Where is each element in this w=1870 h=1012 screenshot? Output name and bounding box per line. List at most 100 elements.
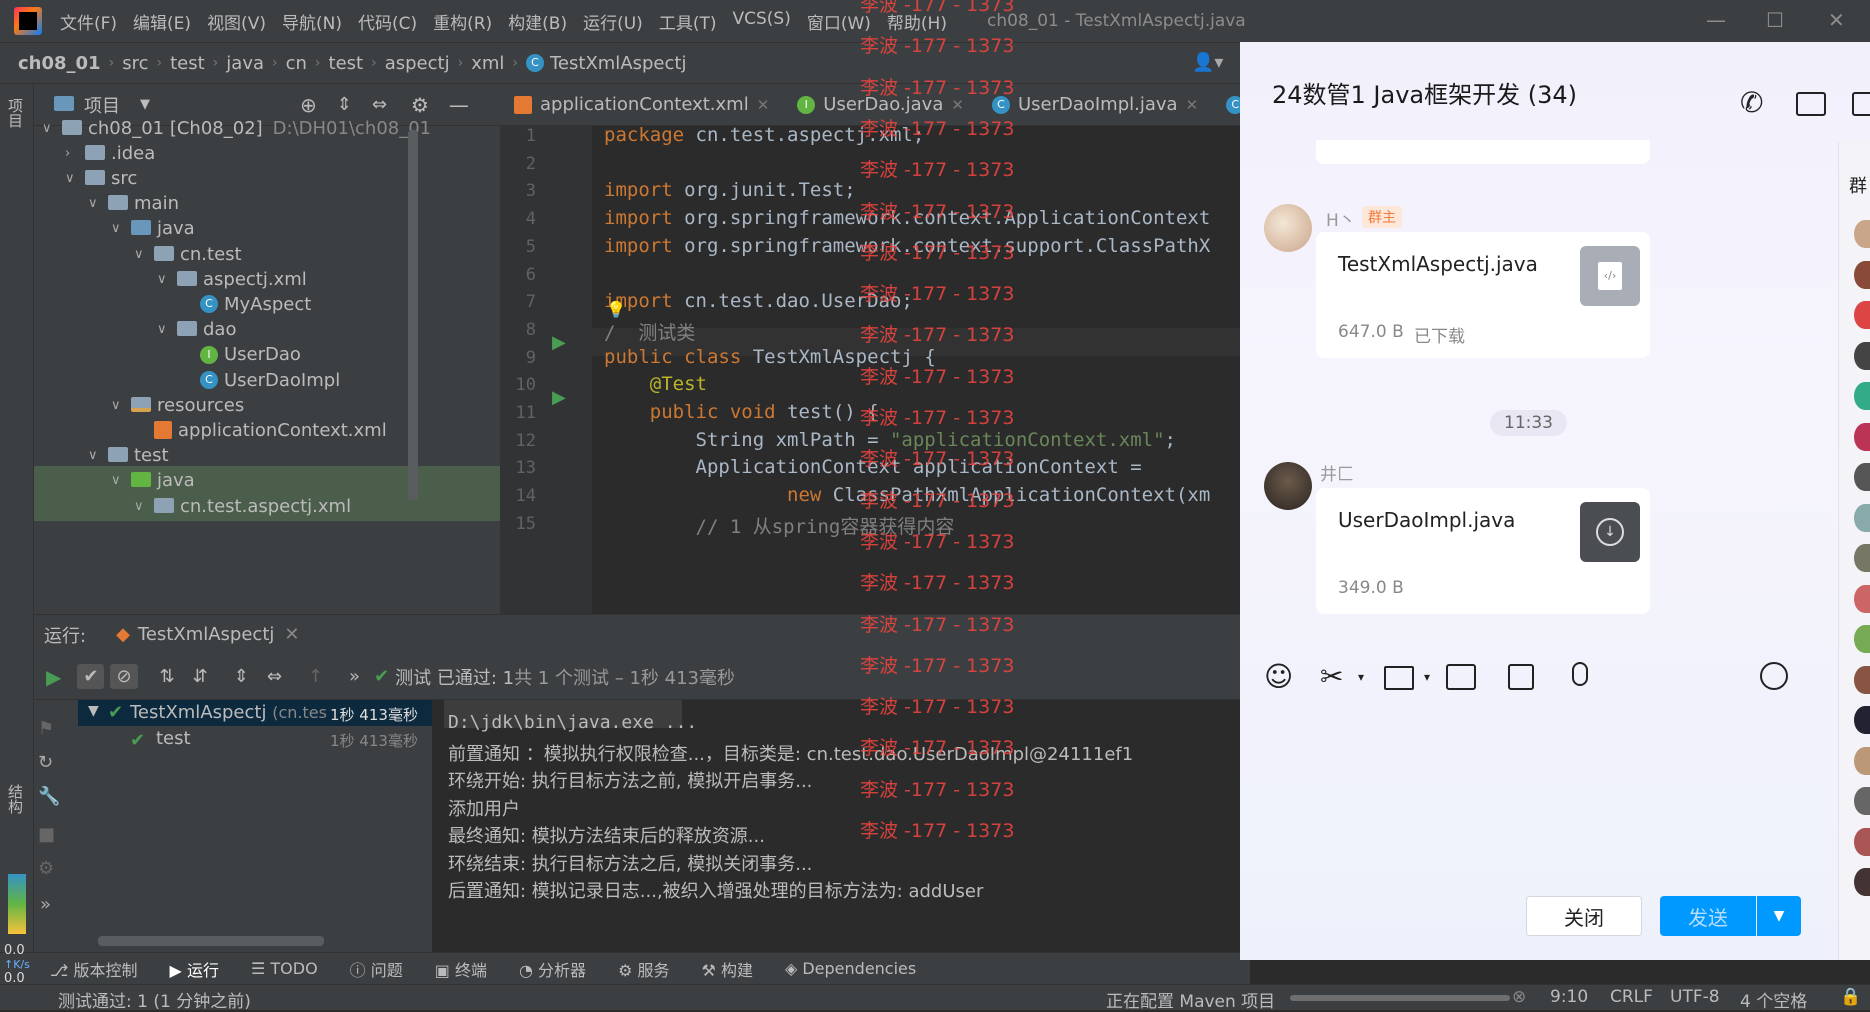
member-avatar[interactable] xyxy=(1854,341,1870,370)
tool-window-tab[interactable]: ▣ 终端 xyxy=(435,957,487,981)
chevron-down-icon[interactable]: ∨ xyxy=(88,448,108,463)
tool-window-tab[interactable]: ◔ 分析器 xyxy=(519,957,586,981)
chevron-down-icon[interactable]: ∨ xyxy=(134,247,154,262)
close-tab-icon[interactable]: ✕ xyxy=(951,96,964,114)
folder-icon[interactable] xyxy=(1384,666,1414,690)
prev-failed-icon[interactable]: ↑ xyxy=(308,666,323,687)
test-tree-scrollbar[interactable] xyxy=(98,936,324,946)
file-encoding[interactable]: UTF-8 xyxy=(1670,987,1720,1007)
tool-window-tab[interactable]: ⓘ 问题 xyxy=(350,957,403,981)
send-options-chevron-icon[interactable]: ▼ xyxy=(1757,896,1801,936)
lightbulb-icon[interactable]: 💡 xyxy=(606,300,626,319)
member-avatar[interactable] xyxy=(1854,260,1870,289)
more-options-icon[interactable] xyxy=(1852,92,1870,116)
chevron-down-icon[interactable]: ▾ xyxy=(1358,670,1364,684)
breadcrumb-item[interactable]: xml xyxy=(471,53,504,74)
stop-icon[interactable]: ■ xyxy=(38,824,55,845)
chevron-down-icon[interactable]: ∨ xyxy=(111,398,131,413)
member-avatar[interactable] xyxy=(1854,382,1870,410)
tool-window-tab[interactable]: ☰ TODO xyxy=(251,959,318,978)
group-side-label[interactable]: 群 xyxy=(1849,172,1867,198)
menu-item[interactable]: 重构(R) xyxy=(433,9,492,34)
member-avatar[interactable] xyxy=(1854,463,1870,491)
more-icon[interactable]: » xyxy=(349,666,360,687)
tool-window-tab[interactable]: ◈ Dependencies xyxy=(785,959,916,978)
cancel-progress-icon[interactable]: ⊗ xyxy=(1512,987,1526,1007)
chevron-down-icon[interactable]: ∨ xyxy=(111,473,131,488)
caret-position[interactable]: 9:10 xyxy=(1550,987,1588,1007)
microphone-icon[interactable] xyxy=(1572,662,1588,686)
tool-window-tab[interactable]: ⚒ 构建 xyxy=(702,957,753,981)
breadcrumb-item[interactable]: test xyxy=(170,53,205,74)
member-avatar[interactable] xyxy=(1854,503,1870,532)
member-avatar[interactable] xyxy=(1854,827,1870,856)
breadcrumb-item[interactable]: TestXmlAspectj xyxy=(550,53,686,74)
user-icon[interactable]: 👤▾ xyxy=(1192,52,1223,73)
file-box-icon[interactable] xyxy=(1508,664,1534,690)
chevron-down-icon[interactable]: ∨ xyxy=(134,499,154,514)
sort-alpha-icon[interactable]: ⇅ xyxy=(160,666,175,687)
close-button[interactable]: 关闭 xyxy=(1526,896,1642,936)
expand-all-icon[interactable]: ⇕ xyxy=(337,94,352,115)
breadcrumb-item[interactable]: aspectj xyxy=(385,53,450,74)
test-tree-row[interactable]: TestXmlAspectj (cn.tes xyxy=(130,702,327,723)
chevron-down-icon[interactable]: ∨ xyxy=(88,196,108,211)
menu-item[interactable]: 帮助(H) xyxy=(887,9,947,34)
member-avatar[interactable] xyxy=(1854,220,1870,248)
close-tab-icon[interactable]: ✕ xyxy=(757,96,770,114)
tool-window-tab[interactable]: ▶ 运行 xyxy=(170,957,219,981)
chevron-down-icon[interactable]: ▼ xyxy=(140,97,150,112)
maven-status[interactable]: 正在配置 Maven 项目 xyxy=(1106,987,1275,1012)
project-scrollbar[interactable] xyxy=(408,130,418,500)
test-method-name[interactable]: test xyxy=(156,728,191,749)
breadcrumb-item[interactable]: cn xyxy=(286,53,307,74)
member-avatar[interactable] xyxy=(1854,584,1870,613)
breadcrumb-item[interactable]: java xyxy=(226,53,264,74)
close-tab-icon[interactable]: ✕ xyxy=(1186,96,1199,114)
menu-item[interactable]: 编辑(E) xyxy=(133,9,191,34)
lock-icon[interactable]: 🔒 xyxy=(1840,987,1861,1007)
menu-item[interactable]: 构建(B) xyxy=(508,9,567,34)
status-message[interactable]: 测试通过: 1 (1 分钟之前) xyxy=(58,987,251,1012)
avatar[interactable] xyxy=(1264,204,1312,252)
member-avatar[interactable] xyxy=(1854,625,1870,653)
video-call-icon[interactable] xyxy=(1796,92,1826,116)
chevron-down-icon[interactable]: ▼ xyxy=(88,703,99,719)
sort-duration-icon[interactable]: ⇵ xyxy=(193,666,208,687)
chevron-down-icon[interactable]: ∨ xyxy=(157,272,177,287)
download-icon[interactable]: ↓ xyxy=(1580,502,1640,562)
send-button[interactable]: 发送 xyxy=(1660,896,1756,936)
collapse-all-icon[interactable]: ⇔ xyxy=(372,94,387,115)
camera-icon[interactable]: ⚑ xyxy=(38,718,54,739)
menu-item[interactable]: 文件(F) xyxy=(60,9,117,34)
editor-tab[interactable]: C UserDaoImpl.java ✕ xyxy=(978,84,1212,125)
rerun-failed-icon[interactable]: ↻ xyxy=(38,752,53,773)
menu-item[interactable]: 代码(C) xyxy=(358,9,417,34)
tool-window-tab[interactable]: ⎇ 版本控制 xyxy=(50,957,138,981)
screenshot-icon[interactable] xyxy=(1446,664,1476,690)
member-avatar[interactable] xyxy=(1854,868,1870,896)
member-avatar[interactable] xyxy=(1854,544,1870,572)
menu-item[interactable]: 工具(T) xyxy=(659,9,717,34)
menu-item[interactable]: 导航(N) xyxy=(282,9,342,34)
run-gutter-icon[interactable]: ▶ xyxy=(552,387,566,408)
member-avatar[interactable] xyxy=(1854,746,1870,775)
tree-item[interactable]: ∨ cn.test.aspectj.xml xyxy=(34,491,500,521)
breadcrumb-item[interactable]: test xyxy=(329,53,364,74)
line-ending[interactable]: CRLF xyxy=(1610,987,1653,1007)
close-window-icon[interactable]: ✕ xyxy=(1828,8,1845,32)
member-avatar[interactable] xyxy=(1854,787,1870,815)
settings-icon[interactable]: ⚙ xyxy=(38,858,54,879)
member-avatar[interactable] xyxy=(1854,706,1870,734)
chevron-down-icon[interactable]: ∨ xyxy=(111,221,131,236)
close-tab-icon[interactable]: ✕ xyxy=(284,624,299,645)
tool-window-tab[interactable]: ⚙ 服务 xyxy=(618,957,669,981)
avatar[interactable] xyxy=(1264,462,1312,510)
expand-tests-icon[interactable]: ⇕ xyxy=(234,666,249,687)
project-tool-label[interactable]: 项目 xyxy=(6,98,26,128)
maximize-icon[interactable]: ☐ xyxy=(1766,8,1784,32)
show-ignored-icon[interactable]: ⊘ xyxy=(110,664,138,689)
menu-item[interactable]: VCS(S) xyxy=(732,9,790,34)
chevron-down-icon[interactable]: ∨ xyxy=(65,171,85,186)
run-tab[interactable]: TestXmlAspectj xyxy=(138,624,274,645)
